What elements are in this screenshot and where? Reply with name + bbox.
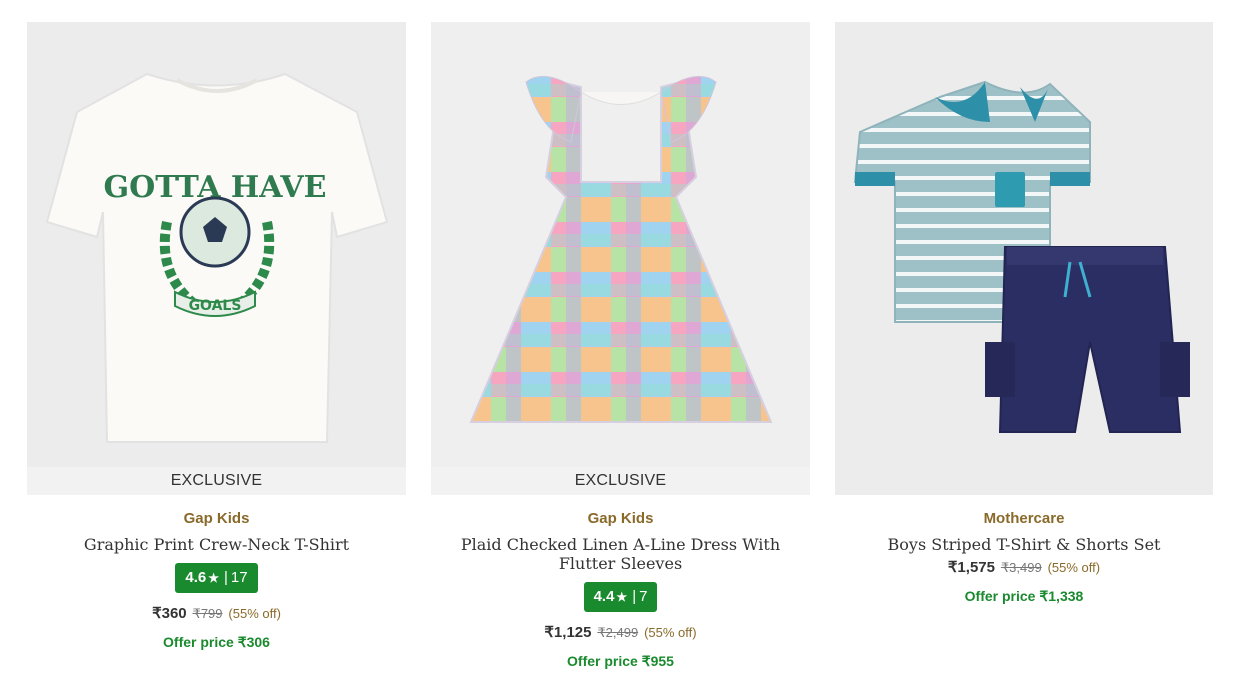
offer-price: Offer price ₹955 (567, 653, 674, 669)
star-icon: ★ (208, 571, 220, 585)
discount: (55% off) (228, 606, 281, 621)
product-card[interactable]: GOTTA HAVE GOALS EXCLUSIVE Gap Kids Grap… (27, 22, 406, 682)
product-image[interactable] (835, 22, 1213, 495)
price: ₹1,125 (544, 624, 592, 641)
exclusive-badge: EXCLUSIVE (431, 467, 810, 495)
rating-badge: 4.4 ★ | 7 (583, 582, 658, 612)
product-name[interactable]: Graphic Print Crew-Neck T-Shirt (37, 535, 397, 554)
dress-illustration (469, 75, 773, 423)
discount: (55% off) (644, 625, 697, 640)
mrp: ₹2,499 (597, 625, 639, 640)
price-line: ₹360 ₹799 (55% off) (27, 604, 406, 622)
rating-count: 7 (639, 588, 648, 605)
rating-count: 17 (230, 569, 248, 586)
mrp: ₹799 (192, 606, 223, 621)
offer-price: Offer price ₹1,338 (964, 588, 1084, 604)
product-card[interactable]: Mothercare Boys Striped T-Shirt & Shorts… (835, 22, 1213, 682)
brand-name[interactable]: Gap Kids (27, 510, 406, 527)
product-image[interactable]: EXCLUSIVE (431, 22, 810, 495)
product-image[interactable]: GOTTA HAVE GOALS EXCLUSIVE (27, 22, 406, 495)
offer-price: Offer price ₹306 (163, 634, 270, 650)
rating-badge: 4.6 ★ | 17 (175, 563, 258, 593)
svg-text:GOALS: GOALS (189, 298, 242, 314)
price-line: ₹1,125 ₹2,499 (55% off) (431, 623, 810, 641)
rating-value: 4.6 (185, 569, 207, 586)
rating-separator: | (224, 569, 228, 586)
tshirt-illustration: GOTTA HAVE GOALS (45, 72, 389, 443)
price: ₹360 (152, 605, 187, 622)
price: ₹1,575 (947, 559, 995, 576)
mrp: ₹3,499 (1000, 560, 1042, 575)
product-card[interactable]: EXCLUSIVE Gap Kids Plaid Checked Linen A… (431, 22, 810, 682)
rating-separator: | (632, 588, 637, 605)
price-line: ₹1,575 ₹3,499 (55% off) (835, 558, 1213, 576)
discount: (55% off) (1047, 560, 1101, 575)
polo-shorts-illustration (853, 80, 1190, 433)
rating-value: 4.4 (593, 588, 615, 605)
star-icon: ★ (616, 590, 628, 604)
exclusive-badge: EXCLUSIVE (27, 467, 406, 495)
brand-name[interactable]: Mothercare (835, 510, 1213, 527)
brand-name[interactable]: Gap Kids (431, 510, 810, 527)
product-name[interactable]: Boys Striped T-Shirt & Shorts Set (844, 535, 1204, 554)
product-name[interactable]: Plaid Checked Linen A-Line Dress With Fl… (441, 535, 801, 573)
